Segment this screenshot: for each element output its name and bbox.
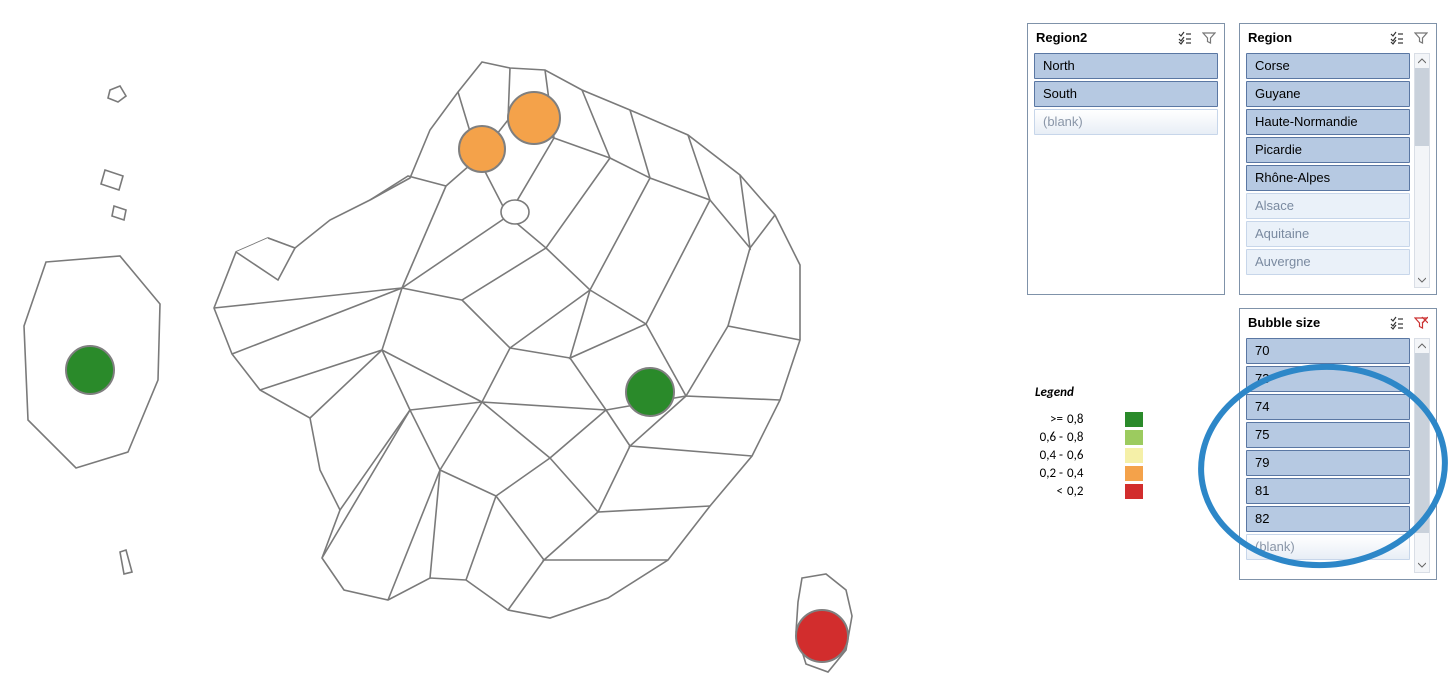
slicer-item[interactable]: North	[1034, 53, 1218, 79]
slicer-item[interactable]: 74	[1246, 394, 1410, 420]
slicer-region2[interactable]: Region2 NorthSouth(blank)	[1027, 23, 1225, 295]
clear-filter-button[interactable]	[1410, 312, 1432, 334]
legend-range: 0,8	[1067, 412, 1125, 427]
multiselect-button[interactable]	[1386, 27, 1408, 49]
bubble-haute-normandie[interactable]	[458, 125, 506, 173]
france-map-outline	[10, 0, 910, 680]
slicer-item[interactable]: 81	[1246, 478, 1410, 504]
clear-filter-button[interactable]	[1198, 27, 1220, 49]
multiselect-icon	[1178, 31, 1192, 45]
legend-swatch	[1125, 484, 1143, 499]
bubble-rh-ne-alpes[interactable]	[625, 367, 675, 417]
scroll-up-button[interactable]	[1415, 339, 1429, 353]
slicer-item[interactable]: (blank)	[1246, 534, 1410, 560]
funnel-icon	[1414, 31, 1428, 45]
multiselect-button[interactable]	[1174, 27, 1196, 49]
slicer-item[interactable]: Rhône-Alpes	[1246, 165, 1410, 191]
slicer-item[interactable]: 79	[1246, 450, 1410, 476]
scroll-down-button[interactable]	[1415, 273, 1429, 287]
legend-row: 0,2 -0,4	[1035, 464, 1195, 482]
slicer-item[interactable]: Picardie	[1246, 137, 1410, 163]
chevron-up-icon	[1418, 57, 1426, 65]
slicer-item[interactable]: 70	[1246, 338, 1410, 364]
legend-op: >=	[1035, 412, 1067, 427]
scrollbar[interactable]	[1414, 338, 1430, 573]
bubble-guyane[interactable]	[65, 345, 115, 395]
slicer-item[interactable]: Aquitaine	[1246, 221, 1410, 247]
legend-row: >=0,8	[1035, 410, 1195, 428]
funnel-icon	[1202, 31, 1216, 45]
scroll-up-button[interactable]	[1415, 54, 1429, 68]
slicer-title: Bubble size	[1248, 315, 1384, 330]
map-chart	[10, 0, 910, 680]
legend-range: 0,2	[1067, 484, 1125, 499]
legend: Legend >=0,80,6 -0,80,4 -0,60,2 -0,4<0,2	[1035, 385, 1195, 500]
scroll-down-button[interactable]	[1415, 558, 1429, 572]
slicer-item[interactable]: (blank)	[1034, 109, 1218, 135]
slicer-item[interactable]: Guyane	[1246, 81, 1410, 107]
scroll-track[interactable]	[1415, 353, 1429, 558]
legend-op: <	[1035, 484, 1067, 499]
bubble-corse[interactable]	[795, 609, 849, 663]
slicer-item[interactable]: Auvergne	[1246, 249, 1410, 275]
legend-row: 0,4 -0,6	[1035, 446, 1195, 464]
legend-row: 0,6 -0,8	[1035, 428, 1195, 446]
scrollbar[interactable]	[1414, 53, 1430, 288]
legend-range: 0,8	[1067, 430, 1125, 445]
slicer-item[interactable]: South	[1034, 81, 1218, 107]
multiselect-icon	[1390, 31, 1404, 45]
slicer-item[interactable]: 73	[1246, 366, 1410, 392]
chevron-up-icon	[1418, 342, 1426, 350]
slicer-item[interactable]: 75	[1246, 422, 1410, 448]
clear-filter-button[interactable]	[1410, 27, 1432, 49]
bubble-picardie[interactable]	[507, 91, 561, 145]
slicer-header: Bubble size	[1240, 309, 1436, 336]
legend-swatch	[1125, 448, 1143, 463]
scroll-thumb[interactable]	[1415, 353, 1429, 533]
scroll-track[interactable]	[1415, 68, 1429, 273]
slicer-bubble-size[interactable]: Bubble size 70737475798182(blank)	[1239, 308, 1437, 580]
slicer-item[interactable]: 82	[1246, 506, 1410, 532]
legend-row: <0,2	[1035, 482, 1195, 500]
legend-op: 0,4 -	[1035, 448, 1067, 463]
chevron-down-icon	[1418, 561, 1426, 569]
legend-op: 0,2 -	[1035, 466, 1067, 481]
slicer-title: Region	[1248, 30, 1384, 45]
worksheet-canvas: Legend >=0,80,6 -0,80,4 -0,60,2 -0,4<0,2…	[0, 0, 1455, 680]
slicer-header: Region	[1240, 24, 1436, 51]
slicer-item[interactable]: Corse	[1246, 53, 1410, 79]
legend-swatch	[1125, 466, 1143, 481]
legend-swatch	[1125, 412, 1143, 427]
multiselect-button[interactable]	[1386, 312, 1408, 334]
slicer-item[interactable]: Haute-Normandie	[1246, 109, 1410, 135]
chevron-down-icon	[1418, 276, 1426, 284]
legend-range: 0,6	[1067, 448, 1125, 463]
funnel-clear-icon	[1414, 316, 1428, 330]
slicer-item[interactable]: Alsace	[1246, 193, 1410, 219]
legend-op: 0,6 -	[1035, 430, 1067, 445]
slicer-header: Region2	[1028, 24, 1224, 51]
slicer-region[interactable]: Region CorseGuyaneHaute-NormandiePicardi…	[1239, 23, 1437, 295]
legend-range: 0,4	[1067, 466, 1125, 481]
slicer-title: Region2	[1036, 30, 1172, 45]
legend-swatch	[1125, 430, 1143, 445]
scroll-thumb[interactable]	[1415, 68, 1429, 146]
multiselect-icon	[1390, 316, 1404, 330]
legend-title: Legend	[1035, 385, 1195, 400]
